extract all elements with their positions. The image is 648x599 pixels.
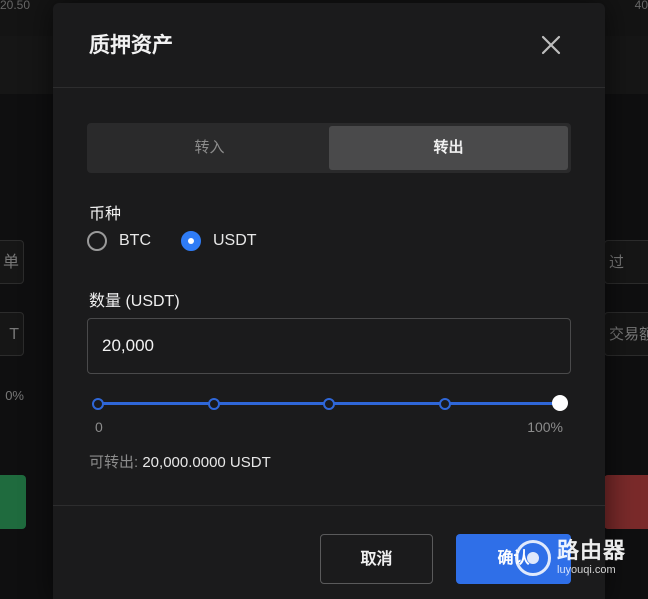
background-left-button: 单 — [0, 240, 24, 284]
screen: 20.50 40 单 T 0% 过 交易额 质押资产 转入 转出 币种 BTC — [0, 0, 648, 599]
radio-usdt[interactable]: USDT — [181, 231, 257, 251]
pledge-assets-dialog: 质押资产 转入 转出 币种 BTC USDT 数量 (USDT) 20,000 … — [53, 3, 605, 599]
tab-transfer-out[interactable]: 转出 — [329, 126, 568, 170]
radio-btc[interactable]: BTC — [87, 231, 151, 251]
amount-input[interactable] — [87, 318, 571, 374]
amount-label: 数量 (USDT) — [89, 293, 180, 310]
slider-thumb[interactable] — [552, 395, 568, 411]
available-amount: 可转出: 20,000.0000 USDT — [89, 451, 271, 472]
watermark-en: luyouqi.com — [557, 564, 616, 576]
header-divider — [53, 87, 605, 88]
slider-mark-75[interactable] — [438, 398, 451, 410]
transfer-tabs: 转入 转出 — [87, 123, 571, 173]
background-right-input: 交易额 — [604, 312, 648, 356]
slider-max-label: 100% — [527, 419, 563, 435]
background-price-right: 40 — [634, 0, 648, 10]
radio-btc-circle — [87, 231, 107, 251]
background-sell-button — [604, 475, 648, 529]
dialog-title: 质押资产 — [89, 34, 173, 57]
background-right-button: 过 — [604, 240, 648, 284]
radio-usdt-label: USDT — [213, 232, 257, 249]
available-value: 20,000.0000 USDT — [142, 454, 271, 471]
slider-mark-0[interactable] — [92, 398, 104, 410]
currency-label: 币种 — [89, 206, 122, 223]
background-buy-button — [0, 475, 26, 529]
available-label: 可转出: — [89, 454, 139, 471]
slider-mark-25[interactable] — [207, 398, 220, 410]
background-left-percent: 0% — [5, 388, 24, 403]
background-left-input: T — [0, 312, 24, 356]
watermark-logo-icon — [515, 540, 551, 576]
cancel-button[interactable]: 取消 — [320, 534, 433, 584]
amount-slider[interactable] — [92, 395, 568, 413]
background-price-left: 20.50 — [0, 0, 31, 10]
currency-radio-group: BTC USDT — [87, 231, 287, 251]
slider-mark-50[interactable] — [323, 398, 335, 410]
radio-usdt-circle — [181, 231, 201, 251]
slider-min-label: 0 — [95, 419, 103, 435]
watermark-text: 路由器 luyouqi.com — [557, 539, 626, 577]
footer-divider — [53, 505, 605, 506]
tab-transfer-in[interactable]: 转入 — [90, 126, 329, 170]
close-button[interactable] — [539, 33, 563, 57]
watermark: 路由器 luyouqi.com — [515, 532, 645, 584]
watermark-cn: 路由器 — [557, 538, 627, 563]
radio-btc-label: BTC — [119, 232, 151, 249]
close-icon — [541, 35, 561, 55]
